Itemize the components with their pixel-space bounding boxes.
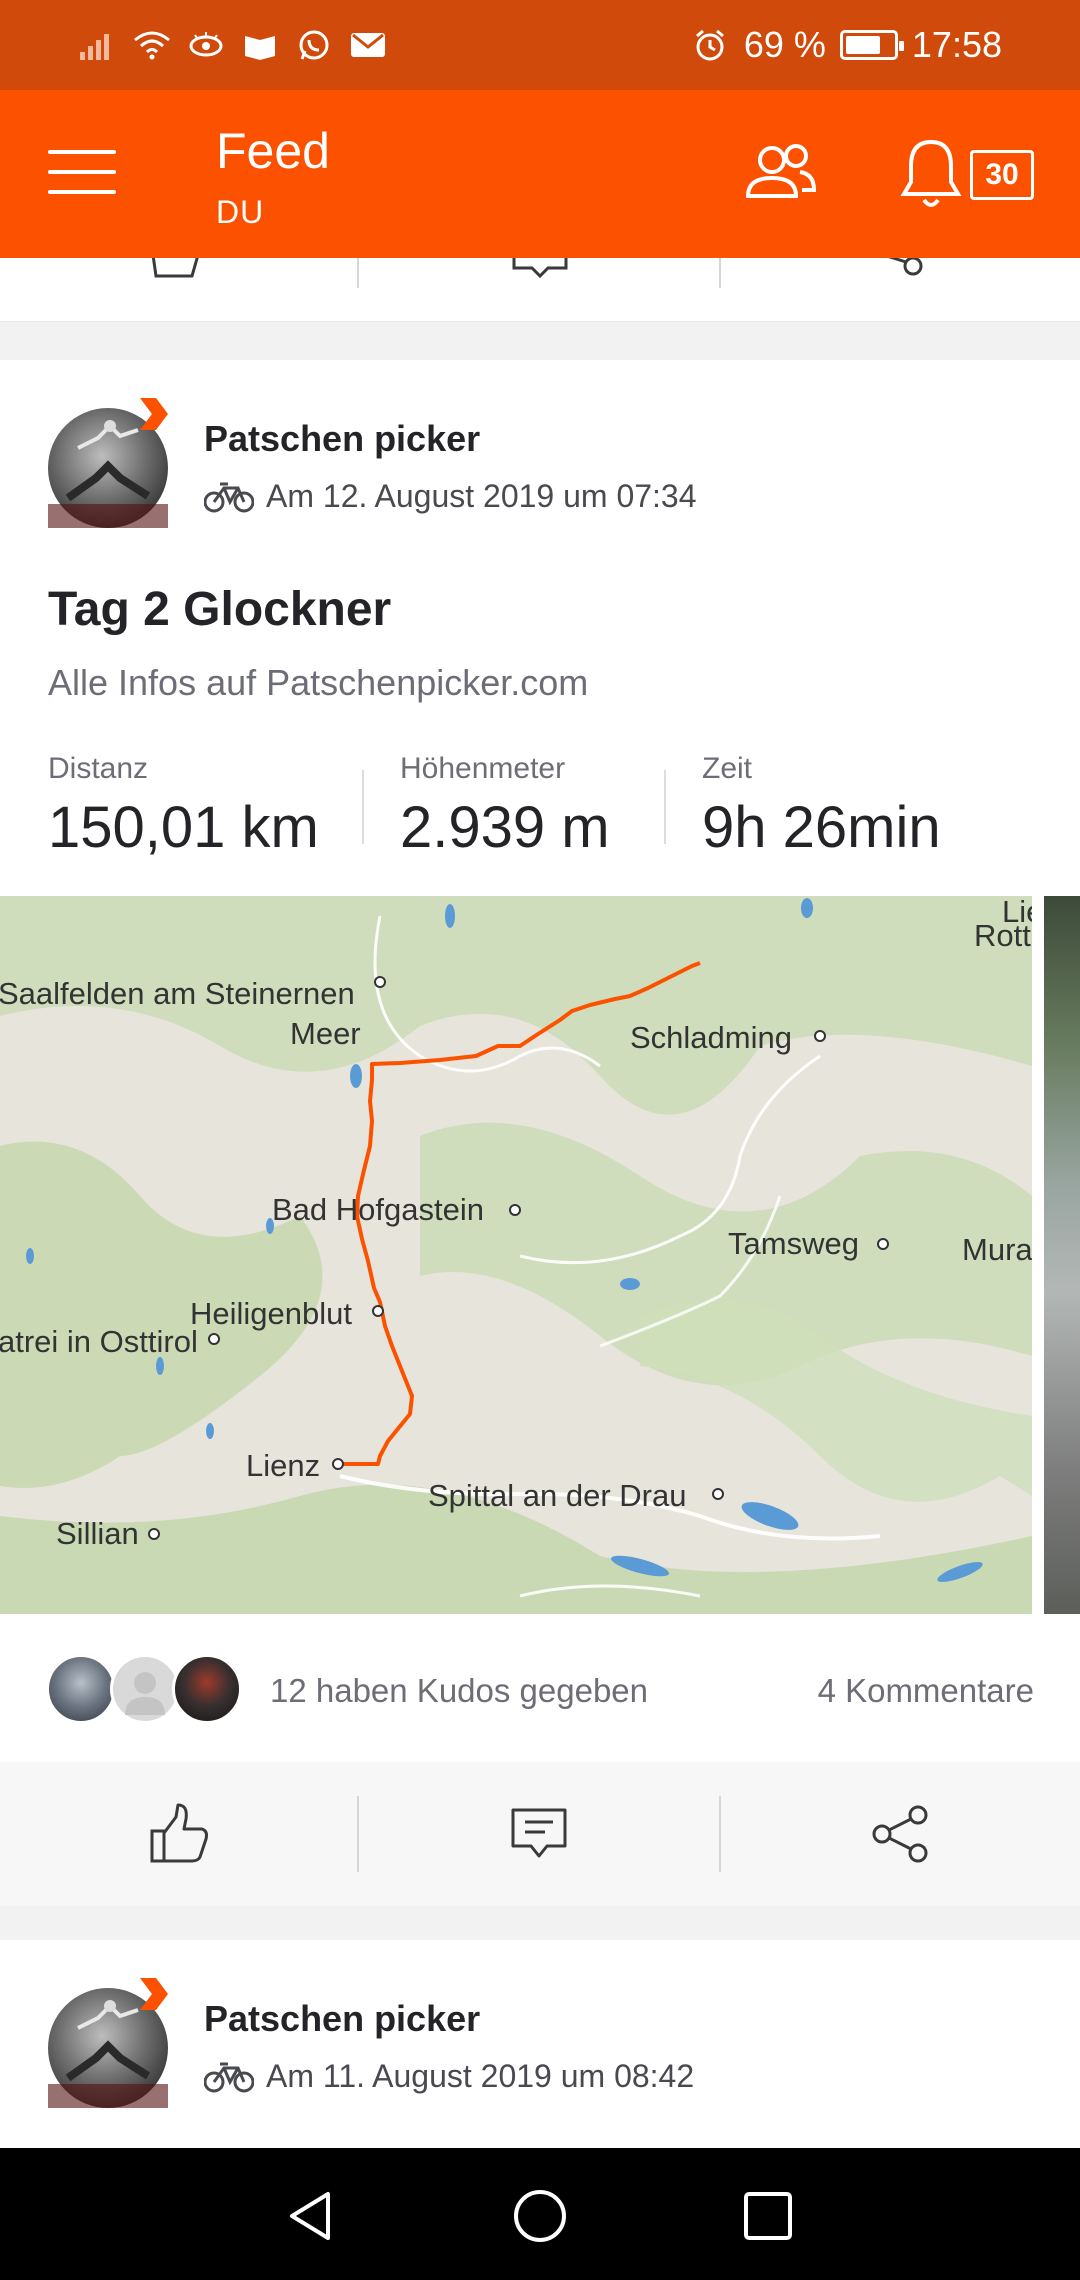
- alarm-icon: [690, 25, 730, 65]
- stat-label: Zeit: [702, 752, 753, 785]
- find-friends-button[interactable]: [740, 140, 820, 210]
- action-divider: [719, 258, 721, 288]
- subscriber-badge-icon: [140, 398, 168, 430]
- activity-meta: Am 12. August 2019 um 07:34: [204, 478, 697, 515]
- stat-divider: [664, 770, 666, 844]
- map-label: Mura: [962, 1232, 1032, 1267]
- status-bar: 69 % 17:58: [0, 0, 1080, 90]
- activity-description: Alle Infos auf Patschenpicker.com: [48, 662, 589, 703]
- activity-card[interactable]: Patschen picker Am 11. August 2019 um 08…: [0, 1940, 1080, 2148]
- activity-meta: Am 11. August 2019 um 08:42: [204, 2058, 694, 2095]
- map-label: Schladming: [630, 1020, 792, 1055]
- share-icon: [872, 1805, 928, 1863]
- map-label: Sillian: [56, 1516, 139, 1551]
- people-icon: [745, 144, 817, 198]
- kudos-avatar[interactable]: [110, 1654, 180, 1724]
- menu-button[interactable]: [48, 142, 118, 202]
- thumbs-up-icon: [150, 1803, 208, 1863]
- map-label: Tamsweg: [728, 1226, 859, 1261]
- map-label: Spittal an der Drau: [428, 1478, 687, 1513]
- share-button[interactable]: [722, 1762, 1080, 1906]
- stat-value: 9h 26min: [702, 795, 941, 860]
- kudos-count[interactable]: 12 haben Kudos gegeben: [270, 1672, 648, 1710]
- signal-icon: [78, 25, 118, 65]
- map-label: Rott: [974, 918, 1031, 953]
- stat-distance: Distanz 150,01 km: [48, 752, 319, 861]
- map-label: Saalfelden am Steinernen: [0, 976, 355, 1011]
- stat-value: 2.939 m: [400, 795, 610, 860]
- comment-icon[interactable]: [510, 258, 570, 288]
- battery-percent: 69 %: [743, 24, 826, 65]
- share-icon[interactable]: [868, 258, 928, 288]
- map-label: Heiligenblut: [190, 1296, 352, 1331]
- mail-icon: [348, 25, 388, 65]
- kudos-avatar[interactable]: [46, 1654, 116, 1724]
- back-icon[interactable]: [284, 2188, 336, 2244]
- notification-count-badge[interactable]: 30: [970, 150, 1034, 200]
- subscriber-badge-icon: [140, 1978, 168, 2010]
- activity-map[interactable]: Saalfelden am Steinernen Meer Schladming…: [0, 896, 1032, 1614]
- stat-value: 150,01 km: [48, 795, 319, 860]
- eye-comfort-icon: [186, 25, 226, 65]
- feed-filter-label[interactable]: DU: [216, 194, 264, 231]
- system-navigation-bar: [0, 2148, 1080, 2280]
- stat-time: Zeit 9h 26min: [702, 752, 941, 861]
- battery-icon: [839, 30, 904, 60]
- thumbs-up-icon[interactable]: [148, 258, 208, 288]
- activity-date: Am 12. August 2019 um 07:34: [266, 478, 697, 514]
- comment-icon: [511, 1808, 567, 1858]
- kudos-row[interactable]: 12 haben Kudos gegeben 4 Kommentare: [0, 1614, 1080, 1762]
- bell-icon: [900, 139, 962, 207]
- athlete-name[interactable]: Patschen picker: [204, 1998, 480, 2040]
- page-title: Feed: [216, 123, 330, 179]
- stat-label: Distanz: [48, 752, 149, 785]
- strava-notification-icon: [240, 25, 280, 65]
- action-divider: [719, 1796, 721, 1872]
- previous-activity-actions: [0, 258, 1080, 322]
- action-divider: [357, 1796, 359, 1872]
- recents-icon[interactable]: [742, 2190, 794, 2242]
- activity-actions: [0, 1762, 1080, 1906]
- stat-label: Höhenmeter: [400, 752, 566, 785]
- activity-date: Am 11. August 2019 um 08:42: [266, 2058, 695, 2094]
- home-icon[interactable]: [512, 2188, 568, 2244]
- map-label: Bad Hofgastein: [272, 1192, 484, 1227]
- map-label: Lienz: [246, 1448, 321, 1483]
- kudos-button[interactable]: [0, 1762, 358, 1906]
- activity-photo-thumbnail[interactable]: [1044, 896, 1080, 1614]
- whatsapp-icon: [294, 25, 334, 65]
- bicycle-icon: [204, 482, 254, 512]
- status-icons-right: 69 % 17:58: [690, 24, 1002, 66]
- athlete-name[interactable]: Patschen picker: [204, 418, 480, 460]
- app-bar: Feed DU 30: [0, 90, 1080, 258]
- action-divider: [357, 258, 359, 288]
- notifications-button[interactable]: [896, 136, 966, 212]
- wifi-icon: [132, 25, 172, 65]
- map-label: Meer: [290, 1016, 361, 1051]
- comments-count[interactable]: 4 Kommentare: [818, 1672, 1034, 1710]
- status-icons-left: [78, 25, 388, 65]
- activity-title[interactable]: Tag 2 Glockner: [48, 582, 391, 637]
- comment-button[interactable]: [360, 1762, 718, 1906]
- clock: 17:58: [911, 24, 1002, 65]
- map-label: atrei in Osttirol: [0, 1324, 198, 1359]
- stat-elevation: Höhenmeter 2.939 m: [400, 752, 610, 861]
- kudos-avatar[interactable]: [172, 1654, 242, 1724]
- stat-divider: [362, 770, 364, 844]
- bicycle-icon: [204, 2062, 254, 2092]
